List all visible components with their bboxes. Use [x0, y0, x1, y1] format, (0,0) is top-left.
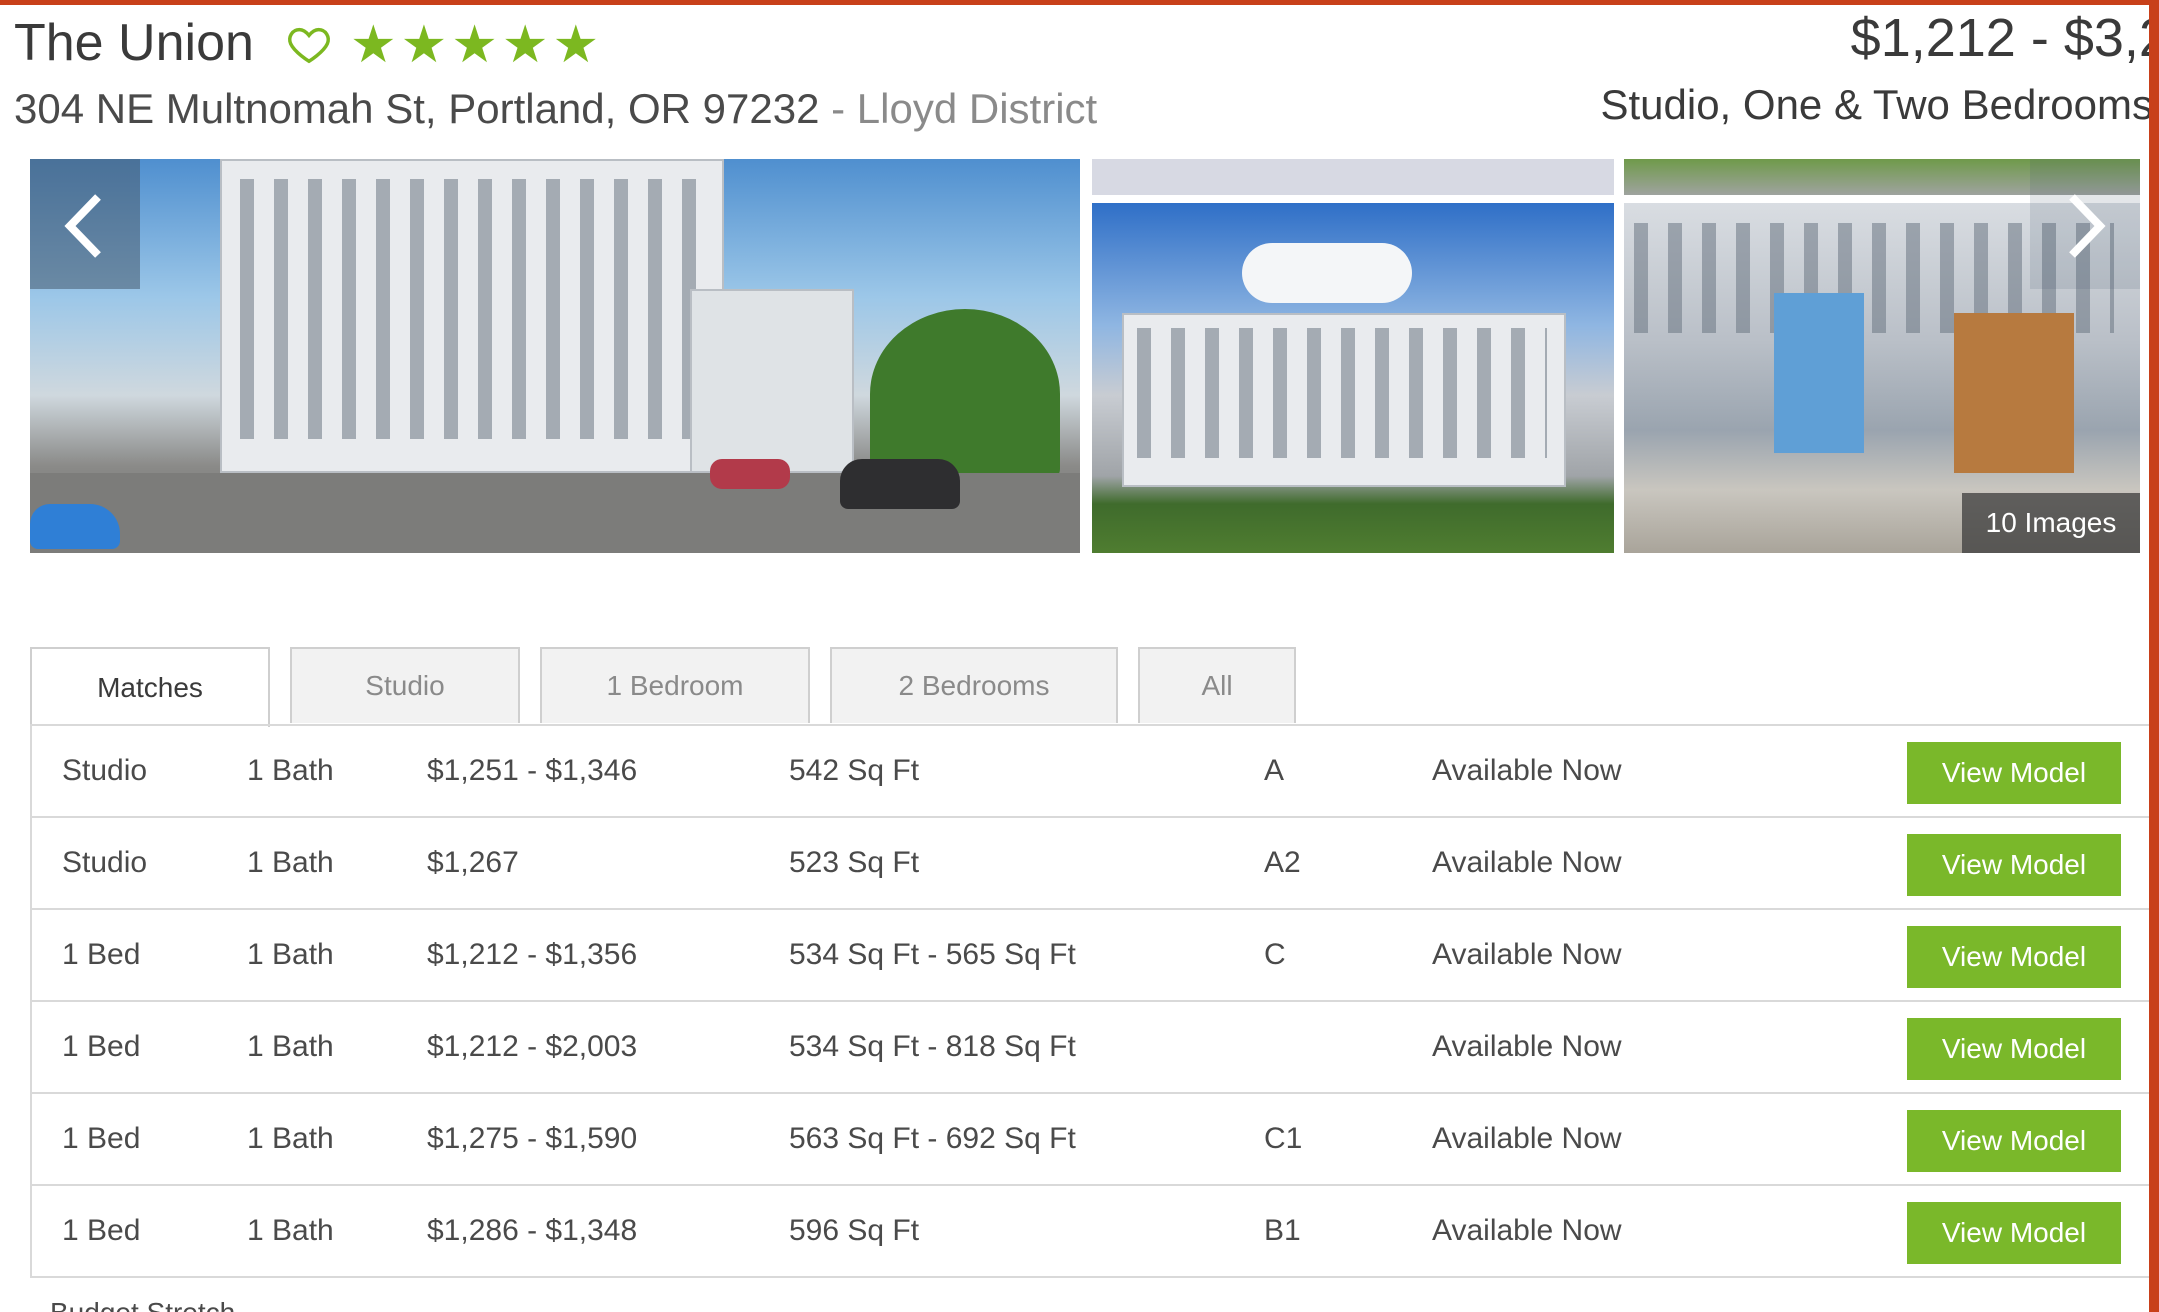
unit-sqft: 596 Sq Ft	[789, 1214, 920, 1247]
unit-model: C1	[1264, 1122, 1303, 1155]
gallery-next-button[interactable]	[2030, 159, 2140, 289]
view-model-button[interactable]: View Model	[1907, 1018, 2121, 1080]
price-range: $1,212 - $3,271	[1850, 8, 2149, 68]
neighborhood-link[interactable]: Lloyd District	[857, 85, 1097, 132]
photo-gallery: 10 Images	[0, 153, 2149, 553]
star-icon: ★	[501, 16, 549, 74]
unit-price: $1,275 - $1,590	[427, 1122, 638, 1155]
unit-availability: Available Now	[1432, 1214, 1622, 1247]
unit-availability: Available Now	[1432, 938, 1622, 971]
view-model-button[interactable]: View Model	[1907, 926, 2121, 988]
gallery-prev-button[interactable]	[30, 159, 140, 289]
heart-icon[interactable]	[286, 21, 332, 67]
table-row: 1 Bed 1 Bath $1,212 - $1,356 534 Sq Ft -…	[32, 910, 2149, 1002]
unit-sqft: 534 Sq Ft - 565 Sq Ft	[789, 938, 1076, 971]
unit-model: B1	[1264, 1214, 1301, 1247]
unit-baths: 1 Bath	[247, 938, 334, 971]
unit-price: $1,212 - $1,356	[427, 938, 638, 971]
address-separator: -	[831, 85, 846, 132]
star-icon: ★	[400, 16, 448, 74]
table-row: 1 Bed 1 Bath $1,275 - $1,590 563 Sq Ft -…	[32, 1094, 2149, 1186]
bedroom-types: Studio, One & Two Bedrooms	[1600, 81, 2149, 128]
unit-model: A2	[1264, 846, 1301, 879]
unit-baths: 1 Bath	[247, 1122, 334, 1155]
unit-sqft: 523 Sq Ft	[789, 846, 920, 879]
table-row: 1 Bed 1 Bath $1,212 - $2,003 534 Sq Ft -…	[32, 1002, 2149, 1094]
unit-beds: 1 Bed	[62, 938, 141, 971]
unit-beds: 1 Bed	[62, 1214, 141, 1247]
tab-1-bedroom[interactable]: 1 Bedroom	[540, 647, 810, 723]
building-photo-aerial[interactable]	[1092, 203, 1614, 553]
star-icon: ★	[451, 16, 498, 74]
unit-table: Studio 1 Bath $1,251 - $1,346 542 Sq Ft …	[30, 726, 2149, 1278]
tab-matches[interactable]: Matches	[30, 647, 270, 727]
unit-model: A	[1264, 754, 1285, 787]
tab-2-bedrooms[interactable]: 2 Bedrooms	[830, 647, 1118, 723]
street-address: 304 NE Multnomah St, Portland, OR 97232	[14, 85, 820, 132]
table-row: Studio 1 Bath $1,267 523 Sq Ft A2 Availa…	[32, 818, 2149, 910]
unit-price: $1,286 - $1,348	[427, 1214, 638, 1247]
unit-baths: 1 Bath	[247, 1214, 334, 1247]
map-thumbnail[interactable]	[1092, 159, 1614, 195]
unit-beds: Studio	[62, 754, 148, 787]
tab-studio[interactable]: Studio	[290, 647, 520, 723]
unit-price: $1,251 - $1,346	[427, 754, 638, 787]
image-count-badge[interactable]: 10 Images	[1962, 493, 2140, 553]
view-model-button[interactable]: View Model	[1907, 834, 2121, 896]
unit-sqft: 542 Sq Ft	[789, 754, 920, 787]
unit-baths: 1 Bath	[247, 846, 334, 879]
unit-sqft: 534 Sq Ft - 818 Sq Ft	[789, 1030, 1076, 1063]
property-address: 304 NE Multnomah St, Portland, OR 97232 …	[14, 85, 1097, 133]
unit-price: $1,212 - $2,003	[427, 1030, 638, 1063]
chevron-left-icon	[64, 194, 101, 258]
table-row: Studio 1 Bath $1,251 - $1,346 542 Sq Ft …	[32, 726, 2149, 818]
star-icon: ★	[350, 16, 397, 74]
unit-baths: 1 Bath	[247, 754, 334, 787]
view-model-button[interactable]: View Model	[1907, 742, 2121, 804]
unit-availability: Available Now	[1432, 754, 1622, 787]
unit-beds: Studio	[62, 846, 148, 879]
unit-availability: Available Now	[1432, 1122, 1622, 1155]
property-title[interactable]: The Union	[14, 13, 254, 73]
view-model-button[interactable]: View Model	[1907, 1110, 2121, 1172]
unit-availability: Available Now	[1432, 1030, 1622, 1063]
unit-type-tabs: Matches Studio 1 Bedroom 2 Bedrooms All	[30, 647, 1316, 727]
unit-model: C	[1264, 938, 1286, 971]
unit-availability: Available Now	[1432, 846, 1622, 879]
budget-stretch-label: Budget Stretch	[50, 1297, 235, 1312]
view-model-button[interactable]: View Model	[1907, 1202, 2121, 1264]
unit-sqft: 563 Sq Ft - 692 Sq Ft	[789, 1122, 1076, 1155]
building-photo-main[interactable]	[30, 159, 1080, 553]
star-icon: ★	[552, 16, 600, 74]
unit-price: $1,267	[427, 846, 519, 879]
property-card: The Union ★ ★ ★ ★ ★ 304 NE Multnomah St,…	[0, 5, 2149, 1312]
rating-stars: ★ ★ ★ ★ ★	[350, 15, 599, 75]
unit-beds: 1 Bed	[62, 1122, 141, 1155]
tab-all[interactable]: All	[1138, 647, 1296, 723]
table-row: 1 Bed 1 Bath $1,286 - $1,348 596 Sq Ft B…	[32, 1186, 2149, 1278]
unit-baths: 1 Bath	[247, 1030, 334, 1063]
chevron-right-icon	[2069, 194, 2106, 258]
unit-beds: 1 Bed	[62, 1030, 141, 1063]
